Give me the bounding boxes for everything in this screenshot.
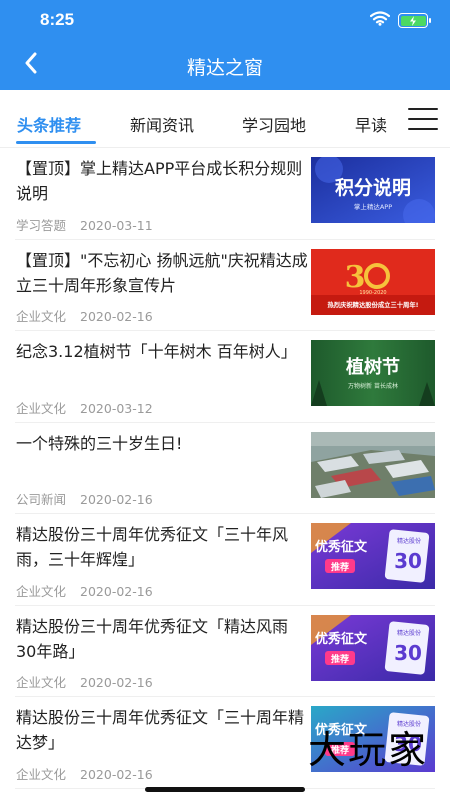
list-item[interactable]: 精达股份三十周年优秀征文「三十年风雨，三十年辉煌」 企业文化 2020-02-16… <box>15 514 435 606</box>
thumb-badge: 推荐 <box>331 561 349 573</box>
article-category: 公司新闻 <box>16 492 67 507</box>
list-item[interactable]: 纪念3.12植树节「十年树木 百年树人」 企业文化 2020-03-12 植树节 … <box>15 331 435 423</box>
tab-learning[interactable]: 学习园地 <box>242 112 306 136</box>
factory-aerial-photo <box>311 431 435 498</box>
status-icons <box>369 11 431 30</box>
status-bar: 8:25 <box>0 0 450 40</box>
list-item[interactable]: 精达股份三十周年优秀征文「精达风雨30年路」 企业文化 2020-02-16 优秀… <box>15 606 435 697</box>
thumb-badge: 推荐 <box>331 653 349 665</box>
article-date: 2020-02-16 <box>80 492 153 507</box>
tab-morning-read[interactable]: 早读 <box>355 112 387 136</box>
article-meta: 企业文化 2020-03-12 <box>16 398 153 417</box>
status-time: 8:25 <box>40 10 75 29</box>
wifi-icon <box>369 11 391 30</box>
thumb-caption: 万物树新 苗长成林 <box>348 382 398 390</box>
thumb-brand: 精达股份 <box>397 537 421 545</box>
article-category: 企业文化 <box>16 583 67 599</box>
article-meta: 企业文化 2020-02-16 <box>16 581 153 600</box>
article-meta: 学习答题 2020-03-11 <box>16 215 153 234</box>
article-category: 企业文化 <box>16 675 67 690</box>
list-item[interactable]: 【置顶】掌上精达APP平台成长积分规则说明 学习答题 2020-03-11 积分说… <box>15 148 435 240</box>
article-category: 企业文化 <box>16 309 67 324</box>
article-meta: 公司新闻 2020-02-16 <box>16 489 153 508</box>
active-tab-indicator <box>16 141 96 144</box>
page-title: 精达之窗 <box>186 57 263 79</box>
tab-headlines[interactable]: 头条推荐 <box>17 112 81 136</box>
app-header: 8:25 精达之窗 <box>0 0 450 90</box>
article-thumbnail: 3 1990-2020 热烈庆祝精达股份成立三十周年! <box>311 248 435 315</box>
thumb-number: 30 <box>394 641 422 665</box>
thumb-heading: 优秀征文 <box>315 631 368 647</box>
category-tabs: 头条推荐 新闻资讯 学习园地 早读 <box>0 90 450 148</box>
thumb-heading: 积分说明 <box>335 176 411 199</box>
hamburger-menu-icon[interactable] <box>408 108 438 130</box>
tab-news[interactable]: 新闻资讯 <box>130 112 194 136</box>
battery-charging-icon <box>398 13 431 28</box>
article-meta: 企业文化 2020-02-16 <box>16 672 153 691</box>
article-thumbnail: 植树节 万物树新 苗长成林 <box>311 340 435 406</box>
article-list: 【置顶】掌上精达APP平台成长积分规则说明 学习答题 2020-03-11 积分说… <box>0 148 450 789</box>
thumb-brand: 精达股份 <box>397 629 421 637</box>
home-indicator <box>145 787 305 792</box>
article-title: 【置顶】掌上精达APP平台成长积分规则说明 <box>16 159 303 203</box>
article-date: 2020-02-16 <box>80 583 153 599</box>
article-date: 2020-02-16 <box>80 309 153 324</box>
article-date: 2020-02-16 <box>80 766 153 782</box>
nav-bar: 精达之窗 <box>0 40 450 90</box>
list-item[interactable]: 【置顶】"不忘初心 扬帆远航"庆祝精达成立三十周年形象宣传片 企业文化 2020-… <box>15 240 435 331</box>
article-title: 纪念3.12植树节「十年树木 百年树人」 <box>16 342 297 361</box>
article-category: 企业文化 <box>16 766 67 782</box>
article-title: 精达股份三十周年优秀征文「三十周年精达梦」 <box>16 708 305 752</box>
article-category: 企业文化 <box>16 400 67 416</box>
article-title: 精达股份三十周年优秀征文「精达风雨30年路」 <box>16 616 289 661</box>
article-thumbnail <box>311 431 435 498</box>
article-title: 一个特殊的三十岁生日! <box>16 433 183 453</box>
thumb-heading: 优秀征文 <box>315 539 368 555</box>
article-thumbnail: 优秀征文 推荐 精达股份 30 <box>311 523 435 589</box>
thumb-number: 30 <box>394 549 422 573</box>
article-thumbnail: 积分说明 掌上精达APP <box>311 157 435 223</box>
thumb-range: 1990-2020 <box>359 290 386 296</box>
thumb-heading: 植树节 <box>346 356 400 378</box>
article-meta: 企业文化 2020-02-16 <box>16 764 153 783</box>
article-date: 2020-02-16 <box>80 675 153 690</box>
article-title: 【置顶】"不忘初心 扬帆远航"庆祝精达成立三十周年形象宣传片 <box>16 250 308 295</box>
article-date: 2020-03-11 <box>80 217 153 233</box>
list-item[interactable]: 一个特殊的三十岁生日! 公司新闻 2020-02-16 <box>15 423 435 514</box>
article-category: 学习答题 <box>16 217 67 233</box>
watermark: 大玩家 <box>307 728 428 772</box>
article-meta: 企业文化 2020-02-16 <box>16 306 153 325</box>
article-title: 精达股份三十周年优秀征文「三十年风雨，三十年辉煌」 <box>16 525 289 569</box>
thumb-caption: 掌上精达APP <box>354 202 392 211</box>
article-date: 2020-03-12 <box>80 400 153 416</box>
thumb-caption: 热烈庆祝精达股份成立三十周年! <box>327 300 418 309</box>
article-thumbnail: 优秀征文 推荐 精达股份 30 <box>311 614 435 681</box>
